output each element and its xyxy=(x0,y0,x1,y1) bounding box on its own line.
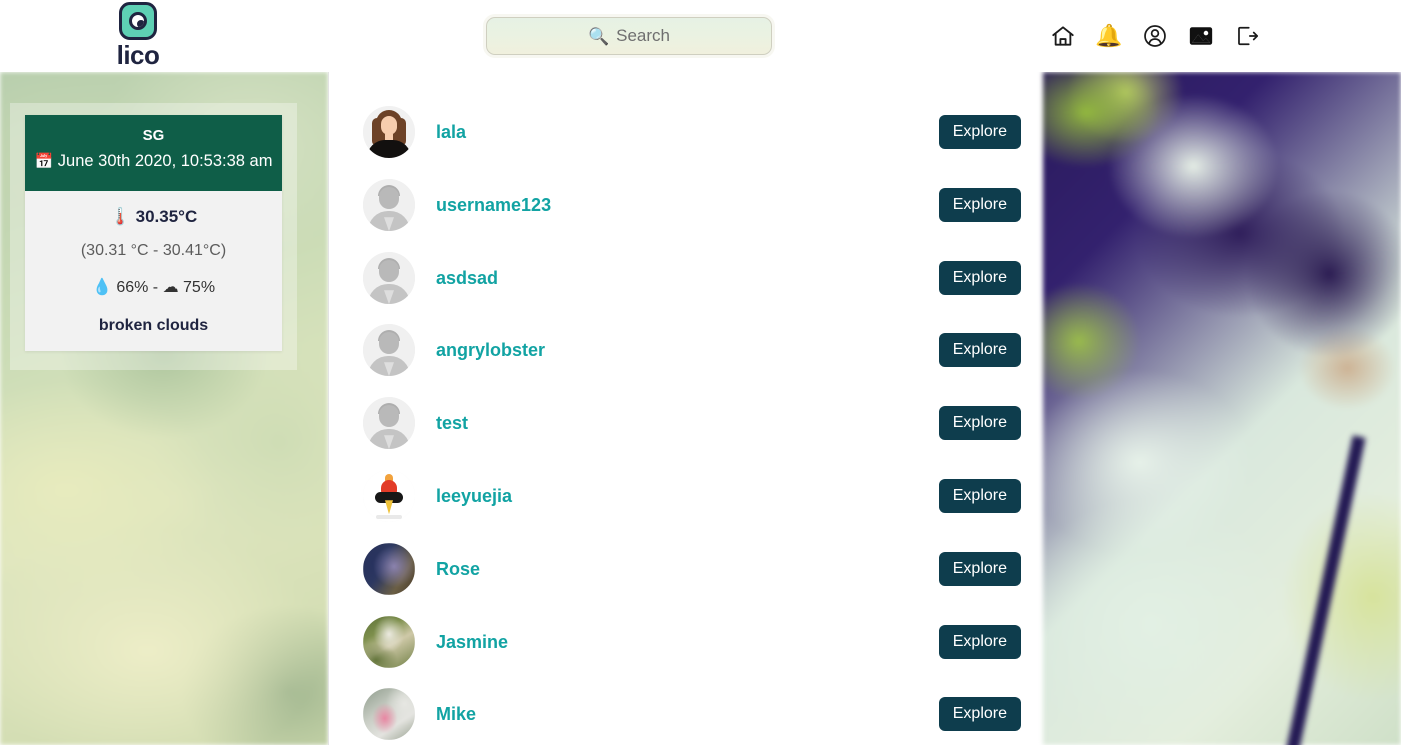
avatar[interactable] xyxy=(363,616,415,669)
weather-separator: - xyxy=(152,279,159,296)
top-navbar: lico 🔍 Search 🔔 xyxy=(0,0,1401,72)
weather-temperature-range: (30.31 °C - 30.41°C) xyxy=(80,242,227,259)
search-input[interactable]: 🔍 Search xyxy=(486,17,772,55)
list-item: test Explore xyxy=(329,387,1043,460)
brand-name: lico xyxy=(116,40,160,70)
weather-location: SG xyxy=(142,127,165,144)
username-link[interactable]: leeyuejia xyxy=(436,486,512,507)
avatar[interactable] xyxy=(363,252,415,305)
user-list: lala Explore username123 Explore asdsad … xyxy=(329,72,1043,745)
search-icon: 🔍 xyxy=(587,26,610,46)
calendar-icon: 📅 xyxy=(34,153,54,170)
weather-card-body: 🌡️ 30.35°C (30.31 °C - 30.41°C) 💧 66% - … xyxy=(25,191,282,351)
username-link[interactable]: test xyxy=(436,413,468,434)
camera-lens-icon xyxy=(129,12,147,30)
weather-temperature: 30.35°C xyxy=(135,207,198,226)
image-icon[interactable] xyxy=(1187,22,1215,50)
weather-clouds: 75% xyxy=(183,279,216,296)
username-link[interactable]: Jasmine xyxy=(436,632,508,653)
nav-icon-group: 🔔 xyxy=(1049,22,1261,50)
weather-description: broken clouds xyxy=(98,317,209,334)
avatar[interactable] xyxy=(363,324,415,377)
avatar[interactable] xyxy=(363,470,415,523)
explore-button[interactable]: Explore xyxy=(938,188,1021,223)
username-link[interactable]: angrylobster xyxy=(436,340,545,361)
right-background-photo-detail xyxy=(1043,72,1401,745)
explore-button[interactable]: Explore xyxy=(938,625,1021,660)
username-link[interactable]: lala xyxy=(436,122,466,143)
brand-logo[interactable]: lico xyxy=(110,2,166,68)
weather-humidity-row: 💧 66% - ☁ 75% xyxy=(33,277,274,297)
weather-datetime: June 30th 2020, 10:53:38 am xyxy=(57,152,273,170)
explore-button[interactable]: Explore xyxy=(938,406,1021,441)
explore-button[interactable]: Explore xyxy=(938,333,1021,368)
explore-button[interactable]: Explore xyxy=(938,115,1021,150)
bell-glyph: 🔔 xyxy=(1095,23,1123,48)
weather-card: SG 📅 June 30th 2020, 10:53:38 am 🌡️ 30.3… xyxy=(25,115,282,351)
avatar[interactable] xyxy=(363,688,415,741)
photo-avatar-dark-blue-art xyxy=(363,543,415,596)
weather-humidity: 66% xyxy=(116,279,149,296)
list-item: asdsad Explore xyxy=(329,242,1043,315)
app-page: lico 🔍 Search 🔔 SG 📅 June 30th 2020, 10:… xyxy=(0,0,1401,745)
list-item: username123 Explore xyxy=(329,169,1043,242)
search-placeholder: Search xyxy=(616,26,671,45)
list-item: Mike Explore xyxy=(329,678,1043,745)
list-item: lala Explore xyxy=(329,96,1043,169)
username-link[interactable]: asdsad xyxy=(436,268,498,289)
bird-photo-avatar-art xyxy=(363,470,415,523)
explore-button[interactable]: Explore xyxy=(938,479,1021,514)
explore-button[interactable]: Explore xyxy=(938,697,1021,732)
photo-avatar-outdoor-art xyxy=(363,616,415,669)
explore-button[interactable]: Explore xyxy=(938,552,1021,587)
droplet-icon: 💧 xyxy=(91,279,112,296)
cloud-icon: ☁ xyxy=(162,279,179,296)
default-gray-avatar-art xyxy=(363,397,415,450)
home-icon[interactable] xyxy=(1049,22,1077,50)
list-item: angrylobster Explore xyxy=(329,314,1043,387)
photo-avatar-pink-art xyxy=(363,688,415,741)
user-icon[interactable] xyxy=(1141,22,1169,50)
username-link[interactable]: Mike xyxy=(436,704,476,725)
weather-card-header: SG 📅 June 30th 2020, 10:53:38 am xyxy=(25,115,282,191)
avatar[interactable] xyxy=(363,106,415,159)
default-gray-avatar-art xyxy=(363,324,415,377)
default-gray-avatar-art xyxy=(363,179,415,232)
avatar[interactable] xyxy=(363,179,415,232)
bell-icon[interactable]: 🔔 xyxy=(1095,22,1123,50)
weather-datetime-row: 📅 June 30th 2020, 10:53:38 am xyxy=(33,152,274,171)
list-item: Rose Explore xyxy=(329,533,1043,606)
default-gray-avatar-art xyxy=(363,252,415,305)
woman-illustration-avatar-art xyxy=(363,106,415,159)
list-item: leeyuejia Explore xyxy=(329,460,1043,533)
list-item: Jasmine Explore xyxy=(329,606,1043,679)
username-link[interactable]: Rose xyxy=(436,559,480,580)
username-link[interactable]: username123 xyxy=(436,195,551,216)
logout-icon[interactable] xyxy=(1233,22,1261,50)
avatar[interactable] xyxy=(363,397,415,450)
camera-icon xyxy=(119,2,157,40)
explore-button[interactable]: Explore xyxy=(938,261,1021,296)
avatar[interactable] xyxy=(363,543,415,596)
weather-temperature-row: 🌡️ 30.35°C xyxy=(33,207,274,227)
thermometer-icon: 🌡️ xyxy=(109,207,131,226)
